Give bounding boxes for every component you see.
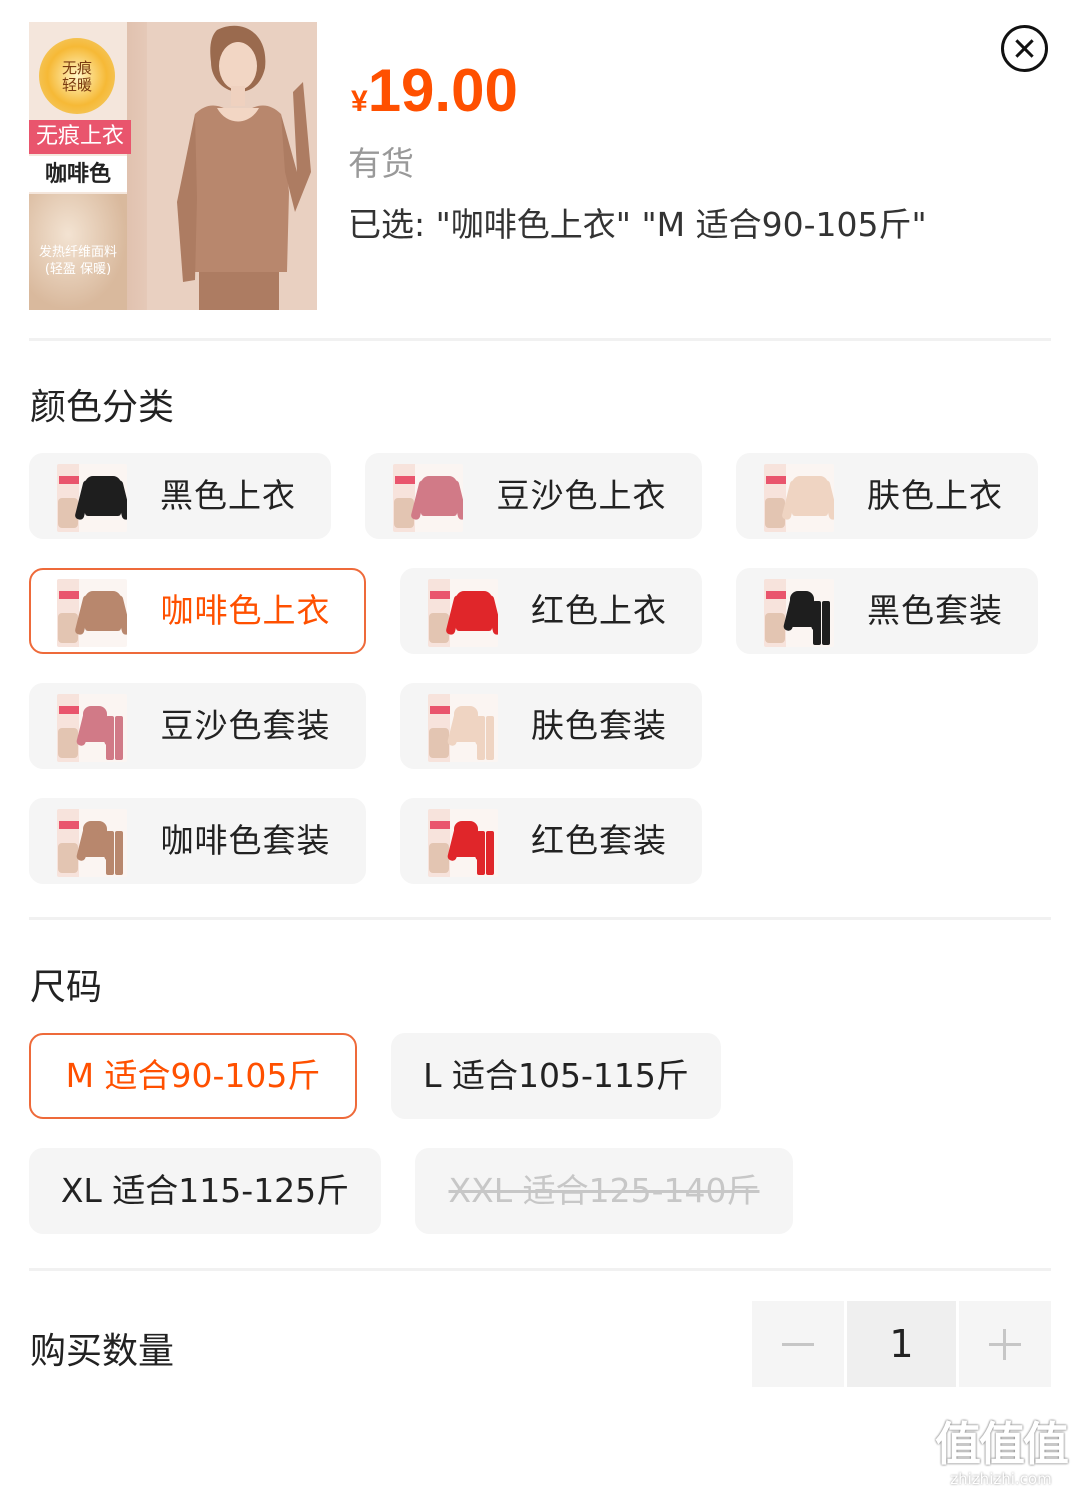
thumbnail-tag [430,706,450,714]
color-option-bean-paste-top[interactable]: 豆沙色上衣 [365,453,702,539]
thumbnail-tag [59,706,79,714]
thumbnail-tag [430,821,450,829]
color-option-black-top[interactable]: 黑色上衣 [29,453,331,539]
color-option-black-set[interactable]: 黑色套装 [736,568,1038,654]
thumbnail-fabric [765,613,785,643]
thumbnail-tag [395,476,415,484]
garment-legging [477,831,485,875]
size-section-title: 尺码 [30,967,103,1008]
garment-legging [115,831,123,875]
watermark-url: zhizhizhi.com [950,1470,1052,1488]
garment-legging [813,601,821,645]
thumbnail-tag [59,591,79,599]
color-option-label: 黑色上衣 [160,476,296,515]
thumbnail-tag: 无痕上衣 [29,120,131,154]
thumbnail-tag [766,591,786,599]
price-currency: ¥ [351,85,368,118]
color-option-label: 豆沙色上衣 [496,476,667,515]
garment-legging [477,716,485,760]
garment-legging [486,831,494,875]
garment-legging [106,716,114,760]
color-option-thumbnail [428,579,498,647]
thumbnail-fabric-text: 发热纤维面料 (轻盈 保暖) [38,245,117,277]
size-option-label: XL 适合115-125斤 [60,1171,350,1210]
thumbnail-tag [59,476,79,484]
garment-legging [106,831,114,875]
color-option-label: 红色上衣 [531,591,667,630]
size-option-label: M 适合90-105斤 [65,1056,321,1095]
color-option-coffee-set[interactable]: 咖啡色套装 [29,798,366,884]
quantity-value[interactable]: 1 [847,1301,956,1387]
garment-top [792,476,828,516]
close-circle-icon[interactable] [1001,25,1048,72]
color-option-thumbnail [764,579,834,647]
color-option-skin-top[interactable]: 肤色上衣 [736,453,1038,539]
garment-top [85,591,121,631]
color-option-label: 肤色套装 [531,706,667,745]
size-option-l[interactable]: L 适合105-115斤 [391,1033,721,1119]
size-option-label: XXL 适合125-140斤 [448,1171,760,1210]
size-option-m[interactable]: M 适合90-105斤 [29,1033,357,1119]
thumbnail-tag [59,821,79,829]
stock-status: 有货 [348,144,414,183]
garment-top [85,476,121,516]
color-option-thumbnail [57,694,127,762]
product-thumbnail[interactable]: 无痕 轻暖 无痕上衣 咖啡色 发热纤维面料 (轻盈 保暖) [29,22,317,310]
thumbnail-fabric: 发热纤维面料 (轻盈 保暖) [29,194,127,310]
color-option-red-top[interactable]: 红色上衣 [400,568,702,654]
color-option-thumbnail [57,579,127,647]
color-option-red-set[interactable]: 红色套装 [400,798,702,884]
divider [29,917,1051,920]
size-option-xxl: XXL 适合125-140斤 [415,1148,793,1234]
thumbnail-fabric [58,728,78,758]
color-option-label: 咖啡色套装 [160,821,331,860]
thumbnail-fabric [58,843,78,873]
garment-legging [822,601,830,645]
price: ¥19.00 [351,56,518,125]
color-option-thumbnail [57,464,127,532]
color-option-label: 肤色上衣 [867,476,1003,515]
color-option-coffee-top[interactable]: 咖啡色上衣 [29,568,366,654]
price-value: 19.00 [367,57,518,124]
color-option-thumbnail [57,809,127,877]
divider [29,338,1051,341]
thumbnail-tag [766,476,786,484]
color-option-thumbnail [764,464,834,532]
color-option-label: 咖啡色上衣 [160,591,331,630]
selected-summary: 已选: "咖啡色上衣" "M 适合90-105斤" [348,205,927,244]
garment-legging [486,716,494,760]
thumbnail-color-label: 咖啡色 [29,156,127,192]
quantity-section-title: 购买数量 [30,1331,175,1372]
color-option-label: 黑色套装 [867,591,1003,630]
garment-top [421,476,457,516]
color-option-label: 豆沙色套装 [160,706,331,745]
color-option-thumbnail [393,464,463,532]
minus-icon[interactable] [752,1301,844,1387]
watermark-logo: 值值值 [935,1417,1069,1471]
thumbnail-tag [430,591,450,599]
size-option-xl[interactable]: XL 适合115-125斤 [29,1148,381,1234]
color-section-title: 颜色分类 [30,387,175,428]
color-option-bean-paste-set[interactable]: 豆沙色套装 [29,683,366,769]
watermark: 值值值 zhizhizhi.com [928,1418,1074,1494]
color-option-thumbnail [428,694,498,762]
model-photo [147,22,317,310]
thumbnail-fabric [429,843,449,873]
color-option-label: 红色套装 [531,821,667,860]
color-option-skin-set[interactable]: 肤色套装 [400,683,702,769]
color-option-thumbnail [428,809,498,877]
size-option-label: L 适合105-115斤 [423,1056,689,1095]
thumbnail-badge-text: 无痕 轻暖 [61,59,92,94]
divider [29,1268,1051,1271]
plus-icon[interactable] [959,1301,1051,1387]
garment-top [456,591,492,631]
thumbnail-fabric [429,728,449,758]
garment-legging [115,716,123,760]
thumbnail-badge: 无痕 轻暖 [39,38,115,114]
